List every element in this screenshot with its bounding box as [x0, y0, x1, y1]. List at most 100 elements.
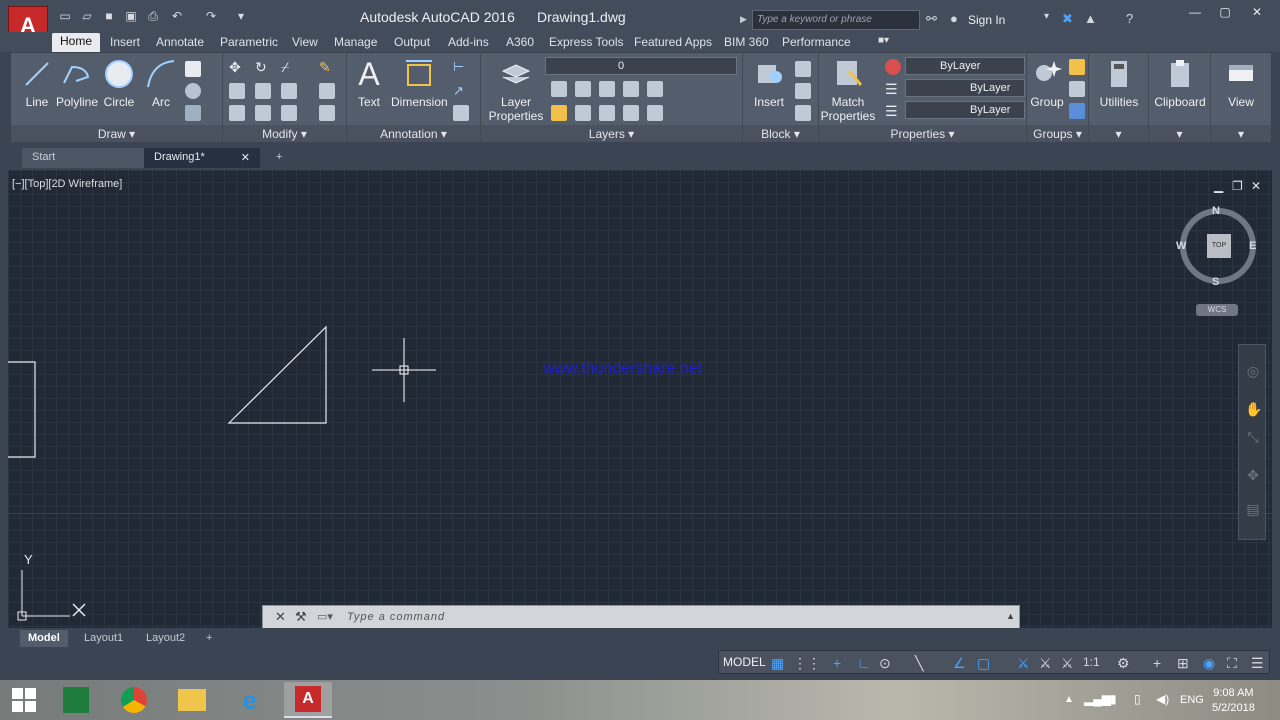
tab-output[interactable]: Output — [386, 34, 438, 50]
utilities-button[interactable]: Utilities — [1091, 57, 1147, 109]
object-snap-icon[interactable]: ▢ — [977, 655, 990, 672]
close-tab-icon[interactable]: ✕ — [241, 151, 250, 164]
tray-expand-icon[interactable]: ▲ — [1064, 694, 1074, 705]
layer-lock-icon[interactable] — [647, 81, 663, 97]
close-icon[interactable]: ✕ — [1242, 5, 1272, 21]
clipboard-panel[interactable]: Clipboard ▾ — [1149, 53, 1211, 143]
linetype-dropdown[interactable]: ByLayer — [905, 79, 1025, 97]
tab-featured-apps[interactable]: Featured Apps — [626, 34, 720, 50]
wcs-menu[interactable]: WCS — [1196, 304, 1238, 316]
layer-dropdown[interactable]: 0 — [545, 57, 737, 75]
explode-icon[interactable] — [319, 83, 335, 99]
viewcube-east[interactable]: E — [1249, 240, 1256, 252]
tab-express-tools[interactable]: Express Tools — [541, 34, 631, 50]
new-tab-icon[interactable]: + — [266, 148, 290, 168]
dynamic-input-icon[interactable]: + — [833, 655, 841, 671]
offset-icon[interactable] — [319, 105, 335, 121]
layer-thaw-icon[interactable] — [647, 105, 663, 121]
lineweight-dropdown[interactable]: ByLayer — [905, 101, 1025, 119]
tab-insert[interactable]: Insert — [102, 34, 148, 50]
ungroup-icon[interactable] — [1069, 59, 1085, 75]
view-button[interactable]: View — [1213, 57, 1269, 109]
model-space-button[interactable]: MODEL — [723, 655, 766, 669]
properties-panel-footer[interactable]: Properties ▾ — [819, 125, 1026, 143]
minimize-icon[interactable]: — — [1180, 5, 1210, 21]
hatch-icon[interactable] — [185, 83, 201, 99]
group-edit-icon[interactable] — [1069, 81, 1085, 97]
match-properties-button[interactable]: Match Properties — [819, 57, 877, 123]
taskbar-excel[interactable] — [52, 682, 100, 718]
new-icon[interactable]: ▭ — [58, 9, 72, 23]
annotation-monitor-icon[interactable]: + — [1153, 655, 1161, 671]
tab-drawing1[interactable]: Drawing1* ✕ — [144, 148, 260, 168]
groups-panel-footer[interactable]: Groups ▾ — [1027, 125, 1088, 143]
close-command-line-icon[interactable]: ✕ — [275, 609, 286, 625]
search-expand-icon[interactable]: ▶ — [740, 14, 747, 25]
showmotion-icon[interactable]: ▤ — [1245, 501, 1261, 517]
autodesk-a360-icon[interactable]: ▲ — [1084, 11, 1097, 26]
layer-unisolate-icon[interactable] — [623, 105, 639, 121]
pan-icon[interactable]: ✋ — [1245, 401, 1262, 417]
tab-annotate[interactable]: Annotate — [148, 34, 212, 50]
create-block-icon[interactable] — [795, 61, 811, 77]
layer-previous-icon[interactable] — [599, 105, 615, 121]
system-clock[interactable]: 9:08 AM 5/2/2018 — [1212, 686, 1255, 716]
annotation-panel-footer[interactable]: Annotation ▾ — [347, 125, 480, 143]
make-current-icon[interactable] — [551, 105, 567, 121]
boundary-icon[interactable] — [185, 105, 201, 121]
save-as-icon[interactable]: ▣ — [124, 9, 138, 23]
exchange-apps-icon[interactable]: ✖ — [1062, 11, 1073, 27]
chevron-down-icon[interactable]: ▾ — [1044, 11, 1049, 22]
print-icon[interactable]: ⎙ — [146, 9, 160, 23]
draw-panel-footer[interactable]: Draw ▾ — [11, 125, 222, 143]
object-snap-tracking-icon[interactable]: ∠ — [953, 655, 966, 672]
power-icon[interactable]: ▮ — [1110, 692, 1117, 706]
sign-in-link[interactable]: Sign In — [968, 13, 1005, 27]
erase-icon[interactable]: ✎ — [319, 59, 335, 75]
mirror-icon[interactable] — [255, 83, 271, 99]
layer-properties-button[interactable]: Layer Properties — [485, 57, 547, 123]
group-selection-icon[interactable] — [1069, 103, 1085, 119]
customize-wrench-icon[interactable]: ⚒ — [295, 609, 307, 625]
tab-performance[interactable]: Performance — [774, 34, 859, 50]
tab-view[interactable]: View — [284, 34, 326, 50]
maximize-icon[interactable]: ▢ — [1210, 5, 1240, 21]
battery-icon[interactable]: ▯ — [1134, 692, 1141, 706]
tab-parametric[interactable]: Parametric — [212, 34, 286, 50]
add-layout-icon[interactable]: + — [198, 630, 220, 647]
taskbar-chrome[interactable] — [110, 682, 158, 718]
hardware-acceleration-icon[interactable]: ◉ — [1203, 655, 1215, 672]
redo-icon[interactable]: ↷ — [204, 9, 218, 23]
viewcube-south[interactable]: S — [1212, 276, 1219, 288]
view-expand-icon[interactable]: ▾ — [1211, 125, 1271, 143]
tab-a360[interactable]: A360 — [498, 34, 542, 50]
windows-start-button[interactable] — [0, 682, 48, 718]
tab-start[interactable]: Start — [22, 148, 144, 168]
view-panel[interactable]: View ▾ — [1211, 53, 1271, 143]
array-icon[interactable] — [281, 105, 297, 121]
layout-tab-model[interactable]: Model — [20, 630, 68, 647]
layer-isolate-icon[interactable] — [575, 81, 591, 97]
clipboard-button[interactable]: Clipboard — [1151, 57, 1209, 109]
arc-button[interactable]: Arc — [135, 57, 187, 109]
search-input[interactable]: Type a keyword or phrase — [752, 10, 920, 30]
qat-dropdown-icon[interactable]: ▾ — [234, 9, 248, 23]
steering-wheel-icon[interactable]: ◎ — [1245, 363, 1261, 379]
block-attributes-icon[interactable] — [795, 105, 811, 121]
polar-tracking-icon[interactable]: ⊙ — [879, 655, 891, 672]
move-icon[interactable]: ✥ — [229, 59, 245, 75]
save-icon[interactable]: ■ — [102, 9, 116, 23]
command-history-icon[interactable]: ▭▾ — [317, 610, 333, 623]
block-panel-footer[interactable]: Block ▾ — [743, 125, 818, 143]
layout-tab-layout1[interactable]: Layout1 — [76, 630, 131, 647]
viewcube-west[interactable]: W — [1176, 240, 1186, 252]
rectangle-icon[interactable] — [185, 61, 201, 77]
customization-menu-icon[interactable]: ☰ — [1251, 655, 1264, 672]
dimension-button[interactable]: Dimension — [391, 57, 448, 109]
layers-panel-footer[interactable]: Layers ▾ — [481, 125, 742, 143]
stretch-icon[interactable] — [229, 105, 245, 121]
tab-bim-360[interactable]: BIM 360 — [716, 34, 777, 50]
help-icon[interactable]: ? — [1126, 11, 1133, 26]
zoom-extents-icon[interactable]: ⤡ — [1245, 429, 1261, 445]
tab-manage[interactable]: Manage — [326, 34, 385, 50]
